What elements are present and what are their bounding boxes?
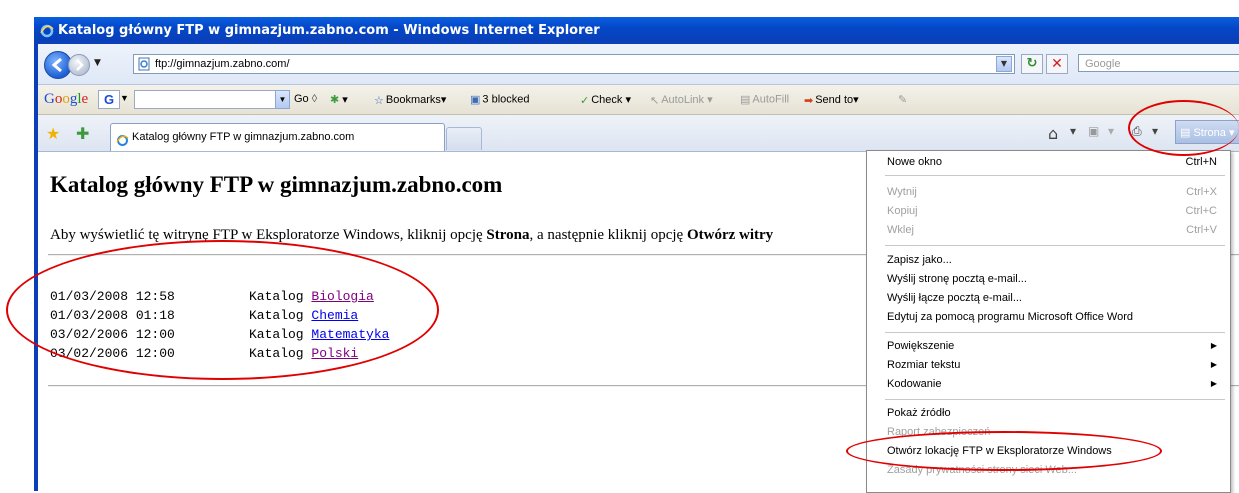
stop-icon: ✕ (1051, 56, 1063, 72)
window-title-bar[interactable]: Katalog główny FTP w gimnazjum.zabno.com… (34, 17, 1239, 44)
menu-item-edit-in-word[interactable]: Edytuj za pomocą programu Microsoft Offi… (887, 308, 1217, 326)
google-menu-button[interactable]: G (98, 90, 120, 109)
menu-separator (885, 399, 1225, 400)
submenu-arrow-icon: ▶ (1210, 360, 1217, 369)
page-icon: ▤ (1180, 127, 1191, 139)
puzzle-menu-button[interactable]: ✱ ▾ (330, 93, 348, 106)
menu-item-email-page[interactable]: Wyślij stronę pocztą e-mail... (887, 270, 1217, 288)
url-text: ftp://gimnazjum.zabno.com/ (155, 58, 290, 70)
forward-arrow-icon (76, 59, 84, 71)
ie-page-icon (116, 131, 129, 146)
menu-item-cut: Wytnij Ctrl+X (887, 186, 1217, 198)
google-search-dropdown[interactable]: ▼ (275, 90, 290, 109)
window-title: Katalog główny FTP w gimnazjum.zabno.com… (58, 23, 600, 38)
page-dropdown-menu: Nowe okno Ctrl+N Wytnij Ctrl+X Kopiuj Ctrl+… (866, 150, 1231, 493)
send-to-button[interactable]: ➡ Send to▾ (804, 93, 859, 107)
folder-link-matematyka[interactable]: Matematyka (311, 327, 389, 342)
ie-icon (40, 24, 54, 38)
puzzle-icon: ✱ (330, 94, 340, 106)
popup-blocked-icon: ▣ (470, 94, 481, 106)
go-arrow-icon: ◊ (311, 93, 318, 105)
popup-blocker-button[interactable]: ▣ 3 blocked (470, 93, 530, 106)
menu-separator (885, 245, 1225, 246)
forward-button[interactable] (68, 54, 90, 76)
spellcheck-button[interactable]: ✓ Check ▾ (580, 93, 631, 107)
list-item: 03/02/2006 12:00 Katalog Polski (50, 346, 359, 361)
address-input[interactable]: ftp://gimnazjum.zabno.com/ (133, 54, 1015, 74)
menu-item-open-ftp-in-explorer[interactable]: Otwórz lokację FTP w Eksploratorze Windo… (887, 442, 1217, 460)
add-favorites-icon[interactable]: ✚ (76, 124, 89, 143)
feeds-dropdown-icon[interactable]: ▾ (1108, 124, 1114, 138)
star-icon: ☆ (374, 94, 384, 107)
menu-item-encoding[interactable]: Kodowanie ▶ (887, 375, 1217, 393)
page-icon (137, 57, 151, 71)
list-item: 01/03/2008 01:18 Katalog Chemia (50, 308, 359, 323)
menu-item-view-source[interactable]: Pokaż źródło (887, 404, 1217, 422)
home-dropdown-icon[interactable]: ▾ (1070, 124, 1076, 138)
menu-item-security-report: Raport zabezpieczeń (887, 426, 991, 438)
google-search-input[interactable] (134, 90, 276, 109)
list-item: 01/03/2008 12:58 Katalog Biologia (50, 289, 374, 304)
page-menu-button[interactable]: ▤ Strona ▾ (1175, 120, 1239, 144)
autolink-icon: ↖ (650, 94, 660, 107)
tab-ftp-root[interactable]: Katalog główny FTP w gimnazjum.zabno.com (110, 123, 445, 151)
feeds-icon[interactable]: ▣ (1088, 124, 1099, 138)
autofill-icon: ▤ (740, 94, 751, 106)
menu-item-save-as[interactable]: Zapisz jako... (887, 251, 1217, 269)
address-toolbar: ▼ ftp://gimnazjum.zabno.com/ ▼ ↻ ✕ Googl… (38, 44, 1239, 85)
new-tab-button[interactable] (446, 127, 482, 150)
menu-item-paste: Wklej Ctrl+V (887, 224, 1217, 236)
refresh-button[interactable]: ↻ (1021, 54, 1043, 74)
folder-link-polski[interactable]: Polski (311, 346, 358, 361)
go-button[interactable]: Go ◊ (294, 93, 317, 105)
folder-link-chemia[interactable]: Chemia (311, 308, 358, 323)
search-input[interactable]: Google (1078, 54, 1239, 72)
print-icon[interactable]: ⎙ (1132, 124, 1142, 139)
menu-item-text-size[interactable]: Rozmiar tekstu ▶ (887, 356, 1217, 374)
menu-item-zoom[interactable]: Powiększenie ▶ (887, 337, 1217, 355)
ftp-listing: 01/03/2008 12:58 Katalog Biologia 01/03/2… (50, 287, 389, 363)
address-dropdown-button[interactable]: ▼ (996, 56, 1012, 72)
submenu-arrow-icon: ▶ (1210, 341, 1217, 350)
page-title: Katalog główny FTP w gimnazjum.zabno.com (50, 172, 503, 197)
autolink-button[interactable]: ↖ AutoLink ▾ (650, 93, 713, 107)
highlighter-icon[interactable]: ✎ (898, 93, 907, 106)
favorites-center-icon[interactable]: ★ (46, 124, 60, 143)
list-item: 03/02/2006 12:00 Katalog Matematyka (50, 327, 390, 342)
google-toolbar: Google G ▼ ▼ Go ◊ ✱ ▾ ☆ Bookmarks▾ ▣ 3 blo… (38, 85, 1239, 115)
autofill-button[interactable]: ▤ AutoFill (740, 93, 789, 106)
menu-item-privacy-policy: Zasady prywatności strony sieci Web... (887, 464, 1077, 476)
menu-item-new-window[interactable]: Nowe okno Ctrl+N (887, 153, 1217, 171)
menu-separator (885, 175, 1225, 176)
tab-label: Katalog główny FTP w gimnazjum.zabno.com (132, 131, 355, 143)
print-dropdown-icon[interactable]: ▾ (1152, 124, 1158, 138)
menu-item-copy: Kopiuj Ctrl+C (887, 205, 1217, 217)
menu-item-email-link[interactable]: Wyślij łącze pocztą e-mail... (887, 289, 1217, 307)
send-to-icon: ➡ (804, 94, 814, 107)
bookmarks-button[interactable]: ☆ Bookmarks▾ (374, 93, 446, 107)
history-dropdown-icon[interactable]: ▼ (94, 58, 101, 68)
google-logo: Google (44, 91, 89, 107)
intro-text: Aby wyświetlić tę witrynę FTP w Eksplora… (50, 227, 774, 243)
submenu-arrow-icon: ▶ (1210, 379, 1217, 388)
google-menu-dropdown-icon[interactable]: ▼ (120, 93, 129, 103)
stop-button[interactable]: ✕ (1046, 54, 1068, 74)
tab-bar: ★ ✚ Katalog główny FTP w gimnazjum.zabno… (38, 115, 1239, 152)
spellcheck-icon: ✓ (580, 94, 590, 107)
refresh-icon: ↻ (1026, 56, 1038, 71)
home-icon[interactable]: ⌂ (1048, 124, 1058, 143)
folder-link-biologia[interactable]: Biologia (311, 289, 373, 304)
menu-separator (885, 332, 1225, 333)
